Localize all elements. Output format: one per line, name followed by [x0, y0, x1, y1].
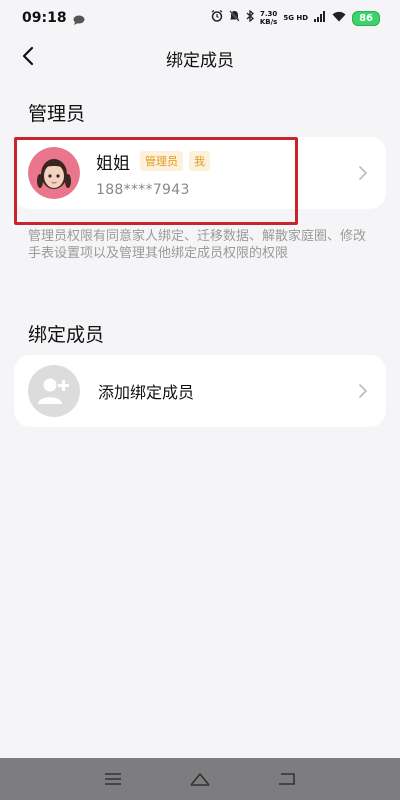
- member-name: 姐姐: [96, 153, 130, 174]
- admin-section-title: 管理员: [28, 103, 86, 125]
- return-icon[interactable]: [274, 769, 300, 789]
- admin-member-card[interactable]: 姐姐 管理员 我 188****7943: [14, 137, 386, 209]
- add-member-card[interactable]: 添加绑定成员: [14, 355, 386, 427]
- status-time: 09:18: [22, 10, 67, 26]
- net-speed: 7.30 KB/s: [260, 10, 277, 26]
- member-info: 姐姐 管理员 我 188****7943: [96, 149, 210, 198]
- me-badge: 我: [189, 151, 210, 171]
- admin-permission-description: 管理员权限有同意家人绑定、迁移数据、解散家庭圈、修改手表设置项以及管理其他绑定成…: [28, 229, 367, 261]
- system-nav-bar: [0, 758, 400, 800]
- member-phone: 188****7943: [96, 181, 190, 198]
- message-icon: [73, 13, 85, 25]
- chevron-right-icon: [358, 383, 368, 399]
- home-icon[interactable]: [187, 769, 213, 789]
- bound-section-title: 绑定成员: [28, 324, 105, 346]
- avatar: [28, 147, 80, 199]
- member-name-row: 姐姐 管理员 我: [96, 149, 210, 174]
- page-title: 绑定成员: [166, 50, 234, 71]
- menu-icon[interactable]: [100, 769, 126, 789]
- add-member-label: 添加绑定成员: [98, 383, 195, 402]
- wifi-icon: [332, 10, 346, 26]
- bluetooth-icon: [246, 9, 254, 26]
- back-arrow-icon: [21, 46, 35, 70]
- chevron-right-icon: [358, 165, 368, 181]
- net-speed-unit: KB/s: [259, 18, 278, 26]
- status-icons: 7.30 KB/s 5G HD 86: [211, 9, 380, 26]
- back-button[interactable]: [14, 44, 42, 72]
- mute-icon: [229, 10, 240, 26]
- net-speed-value: 7.30: [259, 10, 278, 18]
- signal-icon: [314, 10, 326, 26]
- admin-badge: 管理员: [140, 151, 183, 171]
- add-user-icon: [28, 365, 80, 417]
- header: 绑定成员: [0, 36, 400, 80]
- alarm-icon: [211, 10, 223, 26]
- status-bar: 09:18 7.30 KB/s 5G HD 86: [0, 0, 400, 36]
- battery-indicator: 86: [352, 10, 380, 26]
- network-label: 5G HD: [283, 14, 309, 22]
